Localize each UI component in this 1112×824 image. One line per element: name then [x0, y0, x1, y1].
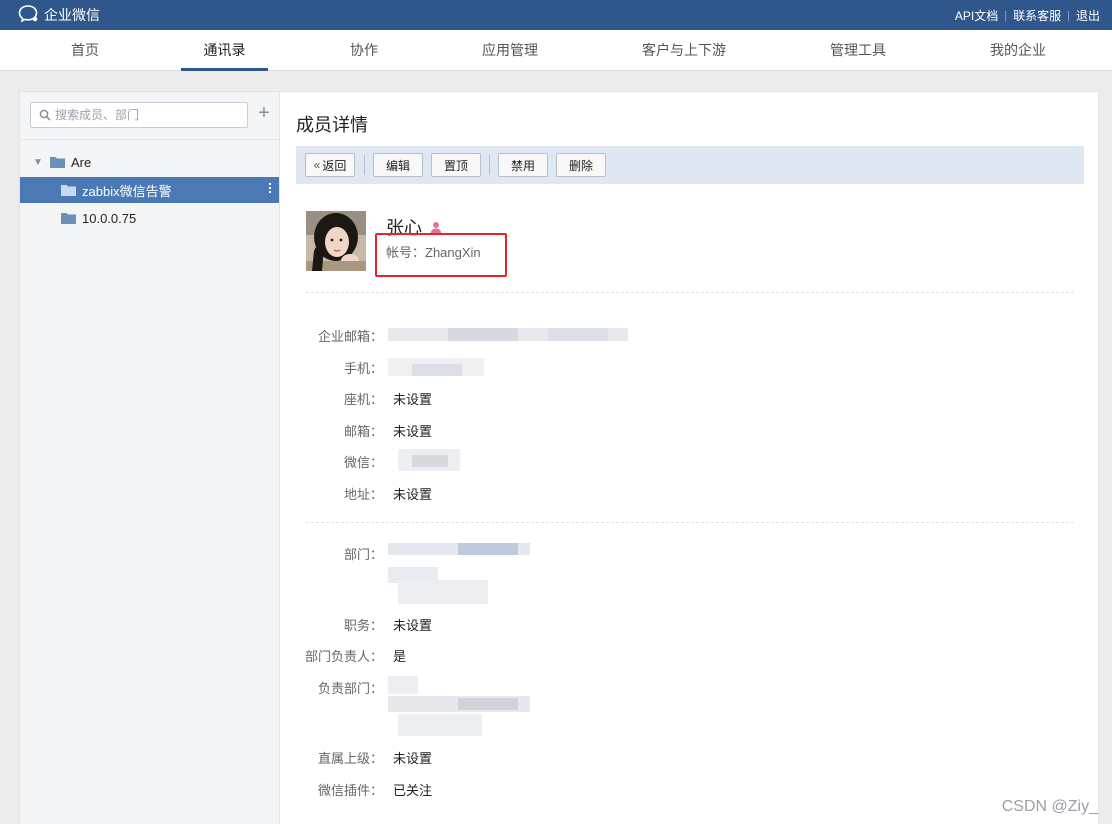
section-divider: [306, 292, 1074, 293]
search-box[interactable]: [30, 102, 248, 128]
toolbar-separator: [489, 155, 490, 175]
app-logo[interactable]: 企业微信: [18, 4, 100, 27]
lead-dept-value-redacted: [388, 676, 530, 736]
department-value-redacted: [388, 543, 530, 605]
tree-node-label: zabbix微信告警: [82, 183, 172, 199]
disable-button[interactable]: 禁用: [498, 153, 548, 177]
more-options-icon[interactable]: [269, 183, 271, 193]
tree-node-label: Are: [71, 154, 92, 170]
nav-collaboration[interactable]: 协作: [338, 30, 390, 71]
top-bar: 企业微信 API文档 | 联系客服 | 退出: [0, 0, 1112, 30]
highlight-box: [375, 233, 507, 277]
caret-down-icon[interactable]: ▼: [32, 157, 44, 168]
search-icon: [39, 109, 51, 121]
back-button[interactable]: « 返回: [305, 153, 355, 177]
link-separator: |: [1067, 9, 1070, 22]
page-title: 成员详情: [296, 115, 368, 135]
api-docs-link[interactable]: API文档: [955, 7, 998, 24]
edit-button[interactable]: 编辑: [373, 153, 423, 177]
toolbar-separator: [364, 155, 365, 175]
department-label: 部门：: [343, 547, 383, 562]
top-links: API文档 | 联系客服 | 退出: [955, 7, 1100, 24]
address-value: 未设置: [393, 487, 433, 502]
delete-button[interactable]: 删除: [556, 153, 606, 177]
member-detail: 成员详情 « 返回 编辑 置顶 禁用 删除 张心 帐号：ZhangXin 企业邮…: [281, 92, 1099, 824]
nav-contacts[interactable]: 通讯录: [181, 30, 268, 71]
main-nav: 首页 通讯录 协作 应用管理 客户与上下游 管理工具 我的企业: [0, 30, 1112, 71]
tree-node-label: 10.0.0.75: [82, 210, 137, 226]
folder-icon: [61, 184, 76, 196]
nav-app-management[interactable]: 应用管理: [470, 30, 550, 71]
mobile-label: 手机：: [343, 361, 383, 376]
tree-node-root[interactable]: ▼ Are: [20, 149, 279, 175]
nav-home[interactable]: 首页: [60, 30, 110, 71]
female-person-icon: [430, 221, 442, 234]
back-label: 返回: [322, 158, 347, 173]
search-input[interactable]: [55, 108, 235, 122]
dept-leader-value: 是: [393, 649, 407, 664]
add-icon[interactable]: +: [256, 103, 272, 125]
org-sidebar: + ▼ Are zabbix微信告警 10.0.0.75: [20, 92, 280, 824]
email-label: 邮箱：: [343, 424, 383, 439]
wechat-plugin-label: 微信插件：: [317, 783, 383, 798]
wework-logo-icon: [18, 4, 44, 27]
section-divider: [306, 522, 1074, 523]
email-value: 未设置: [393, 424, 433, 439]
nav-my-enterprise[interactable]: 我的企业: [978, 30, 1058, 71]
folder-icon: [50, 156, 65, 168]
superior-value: 未设置: [393, 751, 433, 766]
superior-label: 直属上级：: [317, 751, 383, 766]
address-label: 地址：: [343, 487, 383, 502]
avatar: [306, 211, 366, 271]
phone-label: 座机：: [343, 392, 383, 407]
contact-support-link[interactable]: 联系客服: [1013, 7, 1061, 24]
mobile-value-redacted: [388, 358, 484, 376]
sidebar-divider: [20, 139, 279, 140]
lead-dept-label: 负责部门：: [317, 681, 383, 696]
nav-management-tools[interactable]: 管理工具: [818, 30, 898, 71]
wechat-label: 微信：: [343, 455, 383, 470]
watermark: CSDN @Ziy_: [1001, 798, 1098, 815]
position-label: 职务：: [343, 618, 383, 633]
main-panel: + ▼ Are zabbix微信告警 10.0.0.75 成员详情: [19, 91, 1099, 824]
tree-node[interactable]: 10.0.0.75: [20, 205, 279, 231]
wechat-plugin-value: 已关注: [393, 783, 433, 798]
folder-icon: [61, 212, 76, 224]
corp-email-value-redacted: [388, 328, 628, 341]
tree-node-selected[interactable]: zabbix微信告警: [20, 177, 279, 203]
corp-email-label: 企业邮箱：: [317, 329, 383, 344]
phone-value: 未设置: [393, 392, 433, 407]
app-name: 企业微信: [44, 7, 100, 23]
dept-leader-label: 部门负责人：: [305, 649, 384, 664]
nav-customers[interactable]: 客户与上下游: [632, 30, 736, 71]
member-toolbar: « 返回 编辑 置顶 禁用 删除: [296, 146, 1084, 184]
logout-link[interactable]: 退出: [1076, 7, 1100, 24]
double-chevron-left-icon: «: [313, 158, 321, 172]
wechat-value-redacted: [398, 449, 460, 471]
pin-button[interactable]: 置顶: [431, 153, 481, 177]
link-separator: |: [1004, 9, 1008, 22]
position-value: 未设置: [393, 618, 433, 633]
